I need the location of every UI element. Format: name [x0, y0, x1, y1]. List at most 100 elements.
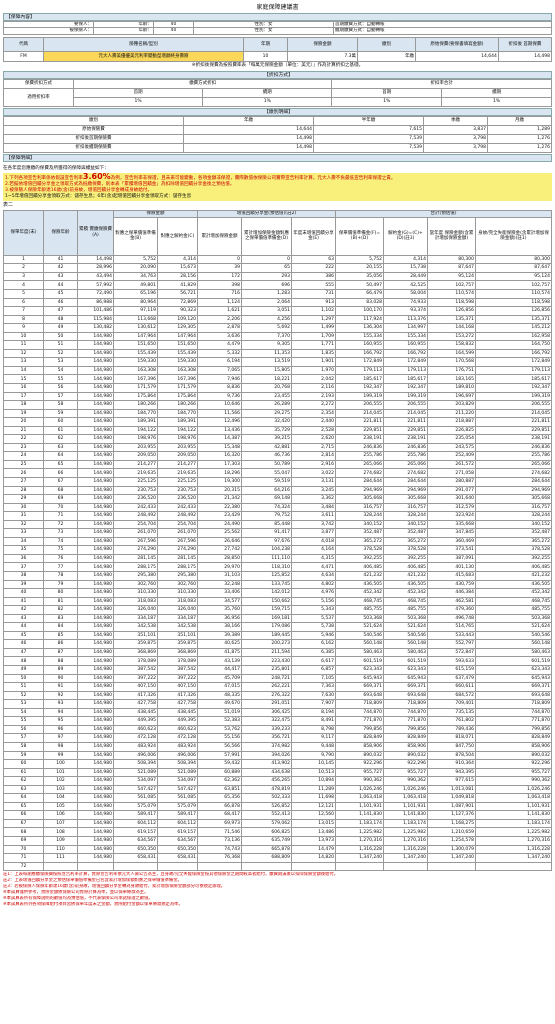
- table-cell: 1,127,376: [427, 810, 476, 820]
- table-cell: 799,856: [475, 724, 552, 735]
- table-cell: 102: [43, 776, 78, 786]
- cell: 14,644: [183, 124, 314, 135]
- table-cell: 144,980: [77, 536, 114, 547]
- table-cell: 281,145: [157, 553, 198, 564]
- table-row: 28 68 144,980 230,753 230,753 20,315 64,216 3,2…: [3, 485, 552, 496]
- table-cell: 68: [3, 827, 44, 837]
- table-cell: 13,519: [241, 357, 292, 367]
- table-cell: 72: [43, 519, 78, 530]
- table-cell: 8,798: [291, 724, 336, 735]
- cell: 7,539: [313, 142, 424, 153]
- table-cell: 69,148: [241, 494, 292, 504]
- table-cell: 172,849: [475, 357, 552, 367]
- table-cell: 1,835: [291, 348, 336, 359]
- table-cell: 42: [43, 263, 78, 273]
- renewal-total-rate: 1%: [441, 96, 552, 107]
- table-cell: 136,304: [335, 323, 384, 333]
- table-cell: 503,368: [383, 613, 428, 624]
- table-cell: 86,988: [77, 297, 114, 308]
- table-cell: 203,955: [113, 442, 158, 453]
- table-cell: 62: [43, 434, 78, 444]
- table-cell: 151,650: [113, 340, 158, 350]
- table-cell: 44: [43, 280, 78, 290]
- table-cell: 218,887: [427, 417, 476, 427]
- table-row: 14 54 144,980 163,308 163,308 7,065 15,805 1,97…: [3, 365, 552, 376]
- first-total-label: 首期: [331, 87, 443, 98]
- table-cell: 394,026: [241, 750, 292, 761]
- table-row: 4 44 57,992 49,801 41,829 398 696 555 50,497 42,5…: [3, 280, 552, 290]
- table-cell: 144,980: [77, 562, 114, 572]
- table-cell: 214,045: [335, 408, 384, 419]
- col-mode: 繳別: [357, 36, 416, 52]
- table-cell: 144,980: [77, 331, 114, 342]
- table-cell: 281,145: [113, 553, 158, 564]
- table-cell: 352,487: [335, 528, 384, 538]
- table-cell: 155,439: [157, 348, 198, 359]
- table-cell: 593,633: [427, 656, 476, 667]
- col-reserve-f: 保單價值準備金(F)=(B)+(D): [335, 216, 384, 256]
- table-row: 43 83 144,980 334,187 334,187 36,956 169,181 5,…: [3, 613, 552, 624]
- table-cell: 555: [291, 280, 336, 290]
- table-cell: 4,018: [291, 536, 336, 547]
- table-cell: 185,617: [475, 374, 552, 384]
- table-cell: 342,538: [157, 622, 198, 632]
- table-cell: 29,275: [241, 408, 292, 419]
- table-cell: 66: [43, 468, 78, 478]
- table-cell: 43: [3, 613, 44, 624]
- table-cell: 59: [43, 408, 78, 419]
- table-cell: 15,348: [197, 442, 242, 453]
- table-cell: 105: [43, 801, 78, 812]
- table-cell: 252,409: [427, 451, 476, 461]
- table-cell: 8,491: [291, 716, 336, 726]
- table-cell: 65,196: [113, 288, 158, 299]
- declared-rate: 3.60%: [82, 171, 111, 181]
- table-cell: 446,384: [427, 588, 476, 598]
- table-cell: 225,125: [157, 477, 198, 487]
- table-row: 49 89 144,980 387,542 387,542 44,417 235,801 6,…: [3, 665, 552, 675]
- table-cell: 17: [3, 391, 44, 402]
- table-cell: 42,881: [241, 442, 292, 453]
- table-cell: 326,040: [157, 605, 198, 615]
- table-cell: 23,455: [241, 391, 292, 402]
- table-cell: 95,124: [475, 271, 552, 282]
- table-cell: 35,729: [241, 425, 292, 436]
- table-cell: 5,946: [291, 630, 336, 641]
- table-cell: 130,612: [113, 323, 158, 333]
- product-premium: 14,644: [415, 50, 499, 62]
- col-added-reserve-d: 累計增加保險金額對應之保單價值準備金(D): [241, 216, 292, 256]
- table-cell: 85: [43, 630, 78, 641]
- table-cell: 230,753: [157, 485, 198, 496]
- product-mode: 年繳: [357, 50, 416, 62]
- col-premium: 原始保費(要保書填寫金額): [415, 36, 499, 52]
- table-cell: 5,156: [291, 596, 336, 607]
- table-cell: 71,546: [197, 827, 242, 837]
- table-cell: 33: [3, 528, 44, 538]
- table-cell: 468,745: [475, 596, 552, 607]
- table-cell: 1,183,174: [383, 818, 428, 829]
- table-cell: 1,347,240: [335, 853, 384, 863]
- table-cell: 878,504: [427, 750, 476, 761]
- table-cell: 406,485: [475, 562, 552, 572]
- table-cell: 144,980: [77, 793, 114, 803]
- table-cell: 109,120: [157, 314, 198, 325]
- table-cell: 21: [3, 425, 44, 436]
- table-cell: 818,071: [427, 733, 476, 743]
- table-cell: 58: [43, 400, 78, 410]
- table-cell: 214,277: [113, 459, 158, 470]
- table-row: 21 61 144,980 194,122 194,122 13,436 35,729 2,5…: [3, 425, 552, 436]
- table-row: 19 59 144,980 184,770 184,770 11,566 29,275 2,3…: [3, 408, 552, 419]
- table-cell: 110: [43, 844, 78, 855]
- table-cell: [383, 861, 428, 872]
- table-row: 1 41 14,498 5,752 4,314 0 0 63 5,752 4,314 80,300 8…: [3, 254, 552, 265]
- table-cell: 98: [43, 741, 78, 752]
- table-cell: 265,066: [383, 459, 428, 470]
- table-cell: 5,537: [291, 613, 336, 624]
- table-cell: 150,662: [241, 596, 292, 607]
- table-cell: 61: [43, 425, 78, 436]
- table-cell: 261,070: [157, 528, 198, 538]
- table-cell: 236,520: [113, 494, 158, 504]
- table-cell: 19: [3, 408, 44, 419]
- table-cell: 421,232: [335, 571, 384, 581]
- table-row: 62 102 144,980 534,097 534,097 62,362 456,265 1…: [3, 776, 552, 786]
- table-cell: 102,757: [427, 280, 476, 290]
